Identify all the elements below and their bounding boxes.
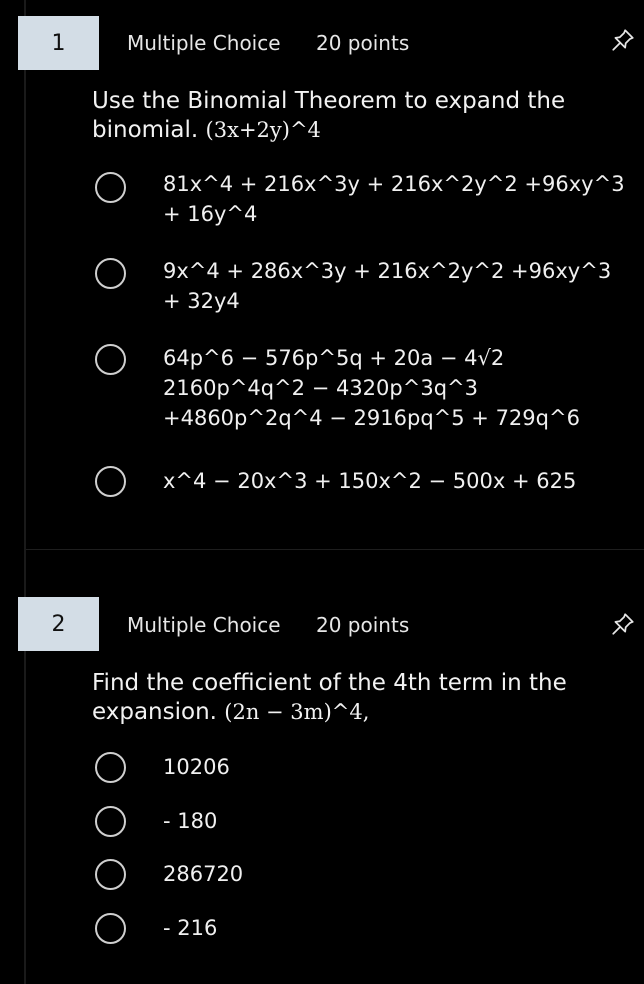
option-radio-3[interactable]	[95, 344, 126, 375]
question-type: Multiple Choice	[127, 613, 281, 637]
option-text-3: 64p^6 − 576p^5q + 20a − 4√2 2160p^4q^2 −…	[163, 346, 580, 430]
question-2: 2 Multiple Choice 20 points Find the coe…	[0, 580, 644, 984]
option-text-1: 81x^4 + 216x^3y + 216x^2y^2 +96xy^3 + 16…	[163, 172, 625, 226]
question-points: 20 points	[316, 613, 410, 637]
option-text-4: - 216	[163, 916, 218, 940]
option-text-1: 10206	[163, 755, 230, 779]
option-text-2: 9x^4 + 286x^3y + 216x^2y^2 +96xy^3 + 32y…	[163, 259, 612, 313]
question-type: Multiple Choice	[127, 31, 281, 55]
question-1: 1 Multiple Choice 20 points Use the Bino…	[0, 0, 644, 550]
option-radio-4[interactable]	[95, 466, 126, 497]
option-text-4: x^4 − 20x^3 + 150x^2 − 500x + 625	[163, 469, 577, 493]
prompt-expression: (2n − 3m)^4,	[224, 700, 370, 724]
question-divider	[26, 549, 644, 550]
option-radio-4[interactable]	[95, 913, 126, 944]
pin-icon[interactable]	[610, 611, 636, 637]
option-radio-1[interactable]	[95, 752, 126, 783]
option-radio-1[interactable]	[95, 172, 126, 203]
option-radio-2[interactable]	[95, 258, 126, 289]
option-radio-2[interactable]	[95, 806, 126, 837]
question-number: 2	[18, 597, 99, 651]
question-prompt: Find the coefficient of the 4th term in …	[92, 669, 632, 727]
prompt-expression: (3x+2y)^4	[205, 118, 321, 142]
question-prompt: Use the Binomial Theorem to expand the b…	[92, 87, 632, 145]
question-number: 1	[18, 16, 99, 70]
option-text-2: - 180	[163, 809, 218, 833]
question-points: 20 points	[316, 31, 410, 55]
option-text-3: 286720	[163, 862, 244, 886]
pin-icon[interactable]	[610, 27, 636, 53]
quiz-page: 1 Multiple Choice 20 points Use the Bino…	[0, 0, 644, 984]
option-radio-3[interactable]	[95, 859, 126, 890]
prompt-text: Use the Binomial Theorem to expand the b…	[92, 88, 566, 143]
